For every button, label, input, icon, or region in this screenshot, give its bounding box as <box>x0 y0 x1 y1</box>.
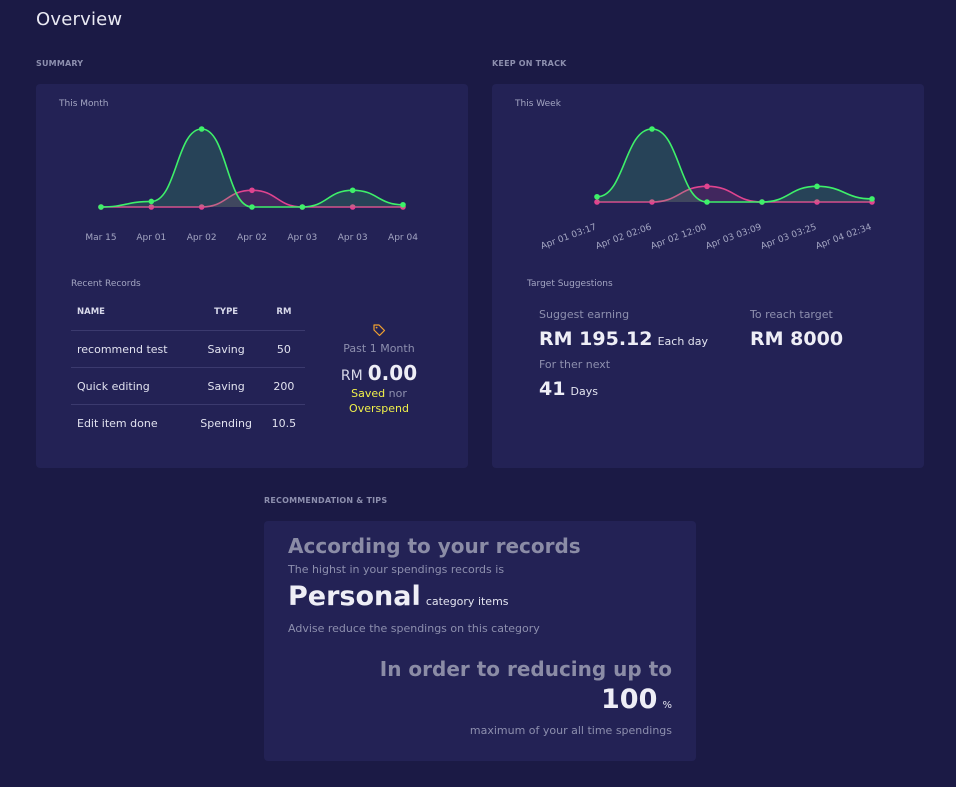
period-amount: 0.00 <box>367 361 418 385</box>
page-title: Overview <box>36 9 123 30</box>
series-area <box>597 129 872 202</box>
record-amount: 200 <box>262 367 305 405</box>
table-row[interactable]: Quick editing Saving 200 <box>71 367 305 405</box>
next-period-label: For ther next <box>539 358 611 371</box>
x-tick-label: Apr 02 <box>187 233 217 243</box>
x-tick-label: Apr 02 <box>237 233 267 243</box>
tips-footer: maximum of your all time spendings <box>469 724 672 737</box>
recent-records-title: Recent Records <box>71 279 141 289</box>
record-type: Saving <box>189 367 263 405</box>
advise-text: Advise reduce the spendings on this cate… <box>288 622 540 635</box>
x-tick-label: Apr 03 <box>287 233 317 243</box>
summary-section-label: SUMMARY <box>36 59 84 68</box>
record-name: Quick editing <box>71 367 190 405</box>
highest-text: The highst in your spendings records is <box>288 563 505 576</box>
tag-icon <box>373 324 386 337</box>
data-point[interactable] <box>249 187 255 194</box>
keep-on-track-card: This Week Apr 01 03:17 Apr 02 02:06 Apr 02… <box>492 84 924 468</box>
table-row[interactable]: Edit item done Spending 10.5 <box>71 405 305 442</box>
record-name: Edit item done <box>77 416 158 430</box>
record-amount: 10.5 <box>271 416 297 430</box>
data-point[interactable] <box>249 204 255 210</box>
category-name: Personal <box>288 581 421 612</box>
reach-target-label: To reach target <box>750 308 833 321</box>
data-point[interactable] <box>148 198 155 205</box>
nor-label: nor <box>388 387 407 400</box>
summary-card: This Month Mar 15 Apr 01 Apr 02 Apr 02 Apr 0… <box>36 84 468 468</box>
data-point[interactable] <box>869 196 875 202</box>
column-header-type: TYPE <box>189 294 263 331</box>
x-tick-label: Apr 01 03:17 <box>539 222 598 251</box>
data-point[interactable] <box>759 199 765 205</box>
reduce-percent: 100 % <box>601 684 672 715</box>
x-tick-label: Apr 03 03:25 <box>759 222 818 251</box>
tips-section-label: RECOMMENDATION & TIPS <box>264 496 388 505</box>
data-point[interactable] <box>649 126 655 132</box>
recent-records-table: NAME TYPE RM recommend test Saving 50 Qu… <box>71 294 305 441</box>
suggest-earning-label: Suggest earning <box>539 308 630 321</box>
percent-unit: % <box>662 700 672 711</box>
suggest-earning: RM 195.12 Each day <box>539 328 708 350</box>
data-point[interactable] <box>349 187 356 194</box>
record-amount: 50 <box>262 330 305 368</box>
column-header-rm: RM <box>262 294 305 331</box>
x-tick-label: Apr 01 <box>136 233 166 243</box>
days-value: 41 <box>539 378 566 400</box>
summary-chart: Mar 15 Apr 01 Apr 02 Apr 02 Apr 03 Apr 03 Apr … <box>85 126 418 243</box>
x-tick-label: Apr 02 12:00 <box>649 222 708 252</box>
suggest-earning-unit: Each day <box>657 335 709 348</box>
record-type: Spending <box>200 416 252 430</box>
data-point[interactable] <box>400 201 406 208</box>
record-name: recommend test <box>71 330 190 368</box>
data-point[interactable] <box>704 199 710 205</box>
suggest-earning-value: RM 195.12 <box>539 328 653 350</box>
target-suggestions-title: Target Suggestions <box>527 279 613 289</box>
x-tick-label: Apr 02 02:06 <box>594 222 653 252</box>
tips-heading: According to your records <box>288 534 581 558</box>
overspend-label: Overspend <box>349 402 409 415</box>
column-header-name: NAME <box>71 294 190 331</box>
x-tick-label: Apr 04 02:34 <box>814 222 873 252</box>
days-unit: Days <box>570 385 598 398</box>
category-suffix: category items <box>425 595 509 608</box>
data-point[interactable] <box>814 183 820 190</box>
record-type: Saving <box>189 330 263 368</box>
weekly-chart: Apr 01 03:17Apr 02 02:06Apr 02 12:00Apr … <box>539 126 875 252</box>
x-tick-label: Apr 04 <box>388 233 418 243</box>
period-summary: Past 1 Month RM 0.00 Saved nor Overspend <box>331 322 427 415</box>
reduce-heading: In order to reducing up to <box>379 657 672 681</box>
data-point[interactable] <box>299 204 306 210</box>
data-point[interactable] <box>98 204 104 210</box>
data-point[interactable] <box>704 183 710 190</box>
reach-target-value: RM 8000 <box>750 328 844 350</box>
saved-label: Saved <box>351 387 386 400</box>
x-tick-label: Mar 15 <box>85 233 116 243</box>
highest-category: Personal category items <box>288 581 509 612</box>
data-point[interactable] <box>198 126 205 132</box>
period-label: Past 1 Month <box>343 342 415 355</box>
percent-value: 100 <box>601 684 658 715</box>
days-count: 41 Days <box>539 378 598 400</box>
data-point[interactable] <box>594 193 600 200</box>
x-tick-label: Apr 03 03:09 <box>704 222 763 252</box>
keep-on-track-section-label: KEEP ON TRACK <box>492 59 567 68</box>
tips-card: According to your records The highst in … <box>264 521 696 761</box>
table-row[interactable]: recommend test Saving 50 <box>71 330 305 368</box>
x-tick-label: Apr 03 <box>338 233 368 243</box>
period-currency: RM <box>340 368 363 384</box>
